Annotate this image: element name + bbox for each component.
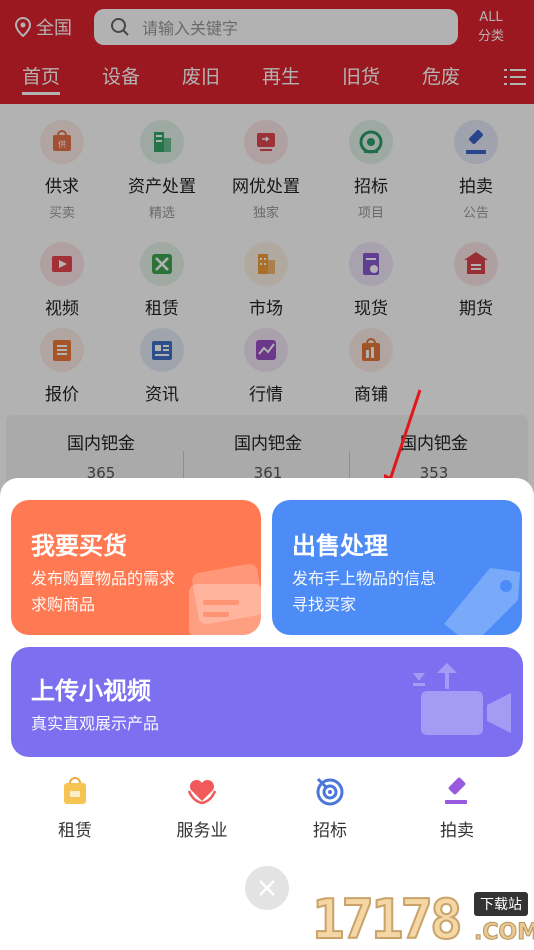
service-heart-icon: [187, 779, 217, 805]
shortcut-service[interactable]: 服务业: [152, 776, 252, 841]
sell-desc-line2: 寻找买家: [292, 595, 357, 614]
shortcut-label: 招标: [313, 821, 347, 841]
shortcut-rental[interactable]: 租赁: [25, 776, 125, 841]
watermark-domain: .COM: [473, 920, 534, 946]
watermark-number: 17178: [311, 887, 464, 950]
buy-title: 我要买货: [31, 532, 127, 560]
price-tag-icon: [444, 568, 520, 635]
upload-video-card[interactable]: 上传小视频 真实直观展示产品: [11, 647, 523, 757]
auction-icon: [445, 777, 467, 804]
buy-desc-line2: 求购商品: [31, 595, 96, 614]
sell-title: 出售处理: [292, 532, 388, 560]
watermark-badge: 下载站: [474, 892, 528, 916]
video-camera-icon: [413, 663, 511, 735]
close-button[interactable]: [245, 866, 289, 910]
video-title: 上传小视频: [31, 677, 151, 705]
close-icon: [259, 880, 275, 896]
sell-desc-line1: 发布手上物品的信息: [292, 569, 437, 588]
buy-desc-line1: 发布购置物品的需求: [31, 569, 176, 588]
wallet-icon: [189, 563, 261, 635]
shortcut-label: 服务业: [176, 821, 228, 841]
shortcut-auction[interactable]: 拍卖: [407, 776, 507, 841]
video-desc: 真实直观展示产品: [31, 714, 160, 733]
watermark-logo: 17178 下载站 .COM: [308, 884, 534, 950]
tender-target-icon: [316, 777, 344, 806]
buy-card[interactable]: 我要买货 发布购置物品的需求 求购商品: [11, 500, 261, 635]
shortcut-tender[interactable]: 招标: [280, 776, 380, 841]
rental-bag-icon: [64, 777, 86, 804]
shortcut-label: 租赁: [58, 821, 92, 841]
sell-card[interactable]: 出售处理 发布手上物品的信息 寻找买家: [272, 500, 522, 635]
shortcut-label: 拍卖: [440, 821, 474, 841]
